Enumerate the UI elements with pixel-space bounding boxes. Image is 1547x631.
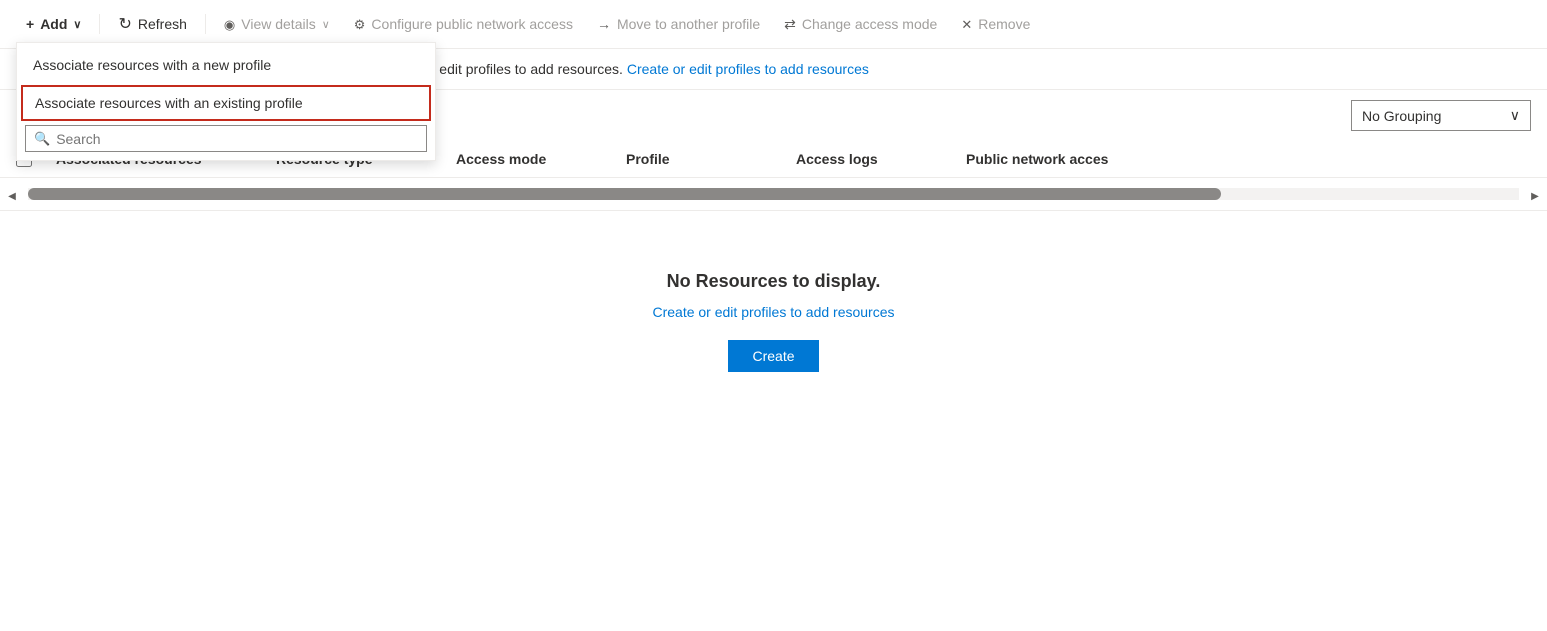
horizontal-scrollbar (0, 178, 1547, 211)
grouping-label: No Grouping (1362, 108, 1441, 124)
change-access-label: Change access mode (802, 16, 937, 32)
view-details-button[interactable]: View details ∨ (214, 10, 340, 39)
close-icon (961, 16, 972, 33)
view-details-label: View details (241, 16, 315, 32)
associate-new-label: Associate resources with a new profile (33, 57, 271, 73)
remove-label: Remove (978, 16, 1030, 32)
move-button[interactable]: Move to another profile (587, 10, 770, 38)
configure-label: Configure public network access (371, 16, 573, 32)
scroll-right-arrow[interactable] (1523, 182, 1547, 206)
associate-new-profile-item[interactable]: Associate resources with a new profile (17, 47, 435, 83)
refresh-button[interactable]: Refresh (108, 8, 196, 40)
grouping-chevron-icon: ∨ (1510, 107, 1520, 124)
grouping-dropdown[interactable]: No Grouping ∨ (1351, 100, 1531, 131)
refresh-icon (118, 14, 131, 34)
search-icon (34, 130, 50, 147)
change-access-button[interactable]: Change access mode (774, 10, 947, 39)
move-label: Move to another profile (617, 16, 760, 32)
toolbar-divider-2 (205, 14, 206, 34)
associate-existing-profile-item[interactable]: Associate resources with an existing pro… (21, 85, 431, 121)
arrow-icon (597, 16, 611, 32)
remove-button[interactable]: Remove (951, 10, 1040, 39)
wrench-icon (354, 16, 366, 33)
chevron-down-icon: ∨ (73, 18, 81, 31)
associate-existing-label: Associate resources with an existing pro… (35, 95, 303, 111)
col-access-logs: Access logs (796, 151, 966, 167)
empty-state: No Resources to display. Create or edit … (0, 211, 1547, 432)
chevron-right-icon (1531, 186, 1539, 202)
eye-icon (224, 16, 235, 33)
switch-icon (784, 16, 796, 33)
dropdown-search-container (25, 125, 427, 152)
add-dropdown-wrapper: Add ∨ Associate resources with a new pro… (16, 10, 91, 38)
scroll-track[interactable] (28, 188, 1519, 200)
empty-subtitle-link[interactable]: Create or edit profiles to add resources (652, 304, 894, 320)
col-access-mode: Access mode (456, 151, 626, 167)
scroll-thumb (28, 188, 1221, 200)
view-details-chevron: ∨ (322, 18, 330, 31)
toolbar: Add ∨ Associate resources with a new pro… (0, 0, 1547, 49)
chevron-left-icon (8, 186, 16, 202)
refresh-label: Refresh (138, 16, 187, 32)
info-link[interactable]: Create or edit profiles to add resources (627, 61, 869, 77)
toolbar-divider-1 (99, 14, 100, 34)
col-public-network: Public network acces (966, 151, 1166, 167)
scroll-left-arrow[interactable] (0, 182, 24, 206)
create-button[interactable]: Create (728, 340, 818, 372)
empty-subtitle: Create or edit profiles to add resources (652, 304, 894, 320)
col-profile: Profile (626, 151, 796, 167)
dropdown-search-input[interactable] (56, 131, 418, 147)
add-label: Add (40, 16, 67, 32)
configure-button[interactable]: Configure public network access (344, 10, 583, 39)
empty-title: No Resources to display. (667, 271, 881, 292)
add-dropdown-menu: Associate resources with a new profile A… (16, 42, 436, 161)
plus-icon (26, 16, 34, 32)
add-button[interactable]: Add ∨ (16, 10, 91, 38)
